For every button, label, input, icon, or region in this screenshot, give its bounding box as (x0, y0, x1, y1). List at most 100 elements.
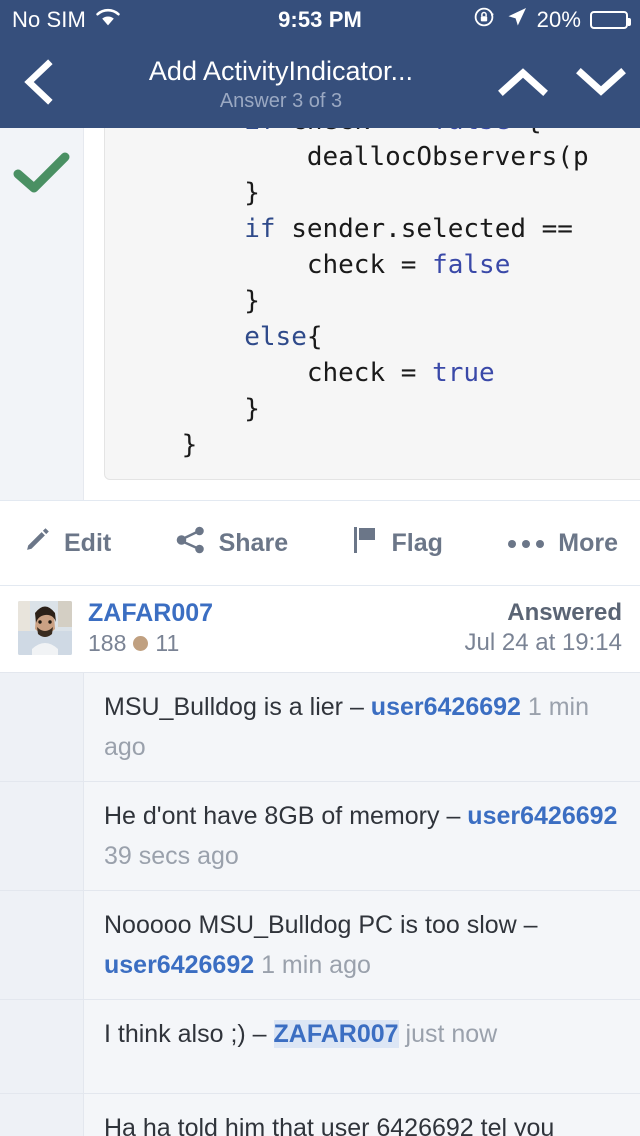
comment-text: Nooooo MSU_Bulldog PC is too slow (104, 911, 524, 939)
code-token: false (432, 128, 510, 136)
comment-dash: – (523, 911, 538, 939)
code-line: } (119, 178, 260, 208)
comment-timestamp: just now (398, 1020, 498, 1048)
comment-gutter (0, 1094, 84, 1136)
navigation-titles: Add ActivityIndicator... Answer 3 of 3 (78, 55, 484, 114)
author-name[interactable]: ZAFAR007 (88, 598, 213, 628)
comment-gutter (0, 782, 84, 890)
code-token: else (244, 322, 307, 352)
answer-post-body: if check == false { deallocObservers(p }… (0, 128, 640, 500)
ellipsis-icon (506, 529, 546, 558)
code-block[interactable]: if check == false { deallocObservers(p }… (104, 128, 640, 480)
code-token: } (181, 430, 198, 460)
code-token: deallocObservers(p (306, 142, 589, 172)
code-line: check = true (119, 358, 495, 388)
navigation-arrows (484, 65, 640, 104)
comment-author-link[interactable]: user6426692 (371, 693, 521, 721)
status-bar-left: No SIM (12, 7, 121, 33)
rotation-lock-icon (473, 5, 497, 35)
vote-column (0, 128, 84, 500)
code-line: check = false (119, 250, 511, 280)
flag-icon (351, 525, 379, 562)
code-line: } (119, 394, 260, 424)
code-token: { (306, 322, 323, 352)
wifi-icon (95, 7, 121, 33)
code-token: check = (306, 250, 433, 280)
share-button[interactable]: Share (175, 525, 288, 562)
comment-text: He d'ont have 8GB of memory (104, 802, 447, 830)
battery-percent-label: 20% (536, 7, 581, 32)
app-screen: No SIM 9:53 PM 20% Add ActivityIndicator… (0, 0, 640, 1136)
comment-row[interactable]: I think also ;) – ZAFAR007 just now (0, 999, 640, 1093)
avatar[interactable] (18, 601, 72, 655)
status-bar: No SIM 9:53 PM 20% (0, 0, 640, 40)
code-token: sender.selected == (291, 214, 573, 244)
flag-button[interactable]: Flag (351, 525, 443, 562)
more-button[interactable]: More (506, 529, 618, 558)
answer-date: Jul 24 at 19:14 (464, 629, 622, 656)
comment-timestamp: 39 secs ago (104, 842, 239, 870)
answer-state-label: Answered (507, 599, 622, 626)
chevron-up-icon (497, 65, 549, 104)
comment-author-link[interactable]: user6426692 (104, 951, 254, 979)
answer-counter: Answer 3 of 3 (219, 89, 343, 112)
comment-row[interactable]: MSU_Bulldog is a lier – user6426692 1 mi… (0, 672, 640, 781)
comment-row[interactable]: He d'ont have 8GB of memory – user642669… (0, 781, 640, 890)
comment-body: I think also ;) – ZAFAR007 just now (84, 1000, 640, 1093)
navigation-bar: Add ActivityIndicator... Answer 3 of 3 (0, 40, 640, 128)
flag-label: Flag (391, 528, 443, 557)
comment-row[interactable]: Nooooo MSU_Bulldog PC is too slow – user… (0, 890, 640, 999)
post-content: if check == false { deallocObservers(p }… (84, 128, 640, 500)
code-token: } (244, 394, 260, 424)
comment-row[interactable]: Ha ha told him that user 6426692 tel you… (0, 1093, 640, 1136)
code-line: if sender.selected == (119, 214, 573, 244)
code-token: true (432, 358, 495, 388)
next-answer-button[interactable] (562, 65, 640, 104)
code-token: if (244, 128, 291, 136)
comment-timestamp: 1 min ago (254, 951, 371, 979)
code-line: } (119, 430, 198, 460)
edit-button[interactable]: Edit (22, 525, 111, 562)
reputation-value: 188 (88, 630, 127, 656)
bronze-badge-count: 11 (155, 630, 180, 656)
battery-icon (590, 11, 631, 29)
comment-gutter (0, 673, 84, 781)
code-token: check = (306, 358, 433, 388)
code-line: } (119, 286, 260, 316)
back-button[interactable] (0, 58, 78, 110)
comment-author-link[interactable]: user6426692 (467, 802, 617, 830)
comment-body: He d'ont have 8GB of memory – user642669… (84, 782, 640, 890)
comment-dash: – (349, 693, 371, 721)
location-arrow-icon (506, 6, 528, 34)
more-label: More (558, 528, 619, 557)
comment-text: MSU_Bulldog is a lier (104, 693, 350, 721)
comments-list: MSU_Bulldog is a lier – user6426692 1 mi… (0, 672, 640, 1136)
previous-answer-button[interactable] (484, 65, 562, 104)
code-token: } (244, 286, 260, 316)
code-line: deallocObservers(p (119, 142, 589, 172)
comment-author-link[interactable]: ZAFAR007 (273, 1020, 399, 1048)
code-token: if (244, 214, 292, 244)
comment-text: I think also ;) (104, 1020, 253, 1048)
code-line: if check == false { (119, 128, 541, 136)
page-title: Add ActivityIndicator... (148, 55, 414, 86)
status-bar-right: 20% (473, 5, 631, 35)
code-token: false (432, 250, 511, 280)
code-token: check == (291, 128, 432, 136)
comment-dash: – (446, 802, 468, 830)
answer-author-card[interactable]: ZAFAR007 188 11 Answered Jul 24 at 19:14 (0, 586, 640, 672)
post-action-toolbar: Edit Share Flag More (0, 501, 640, 585)
author-reputation: 188 11 (88, 628, 213, 658)
comment-body: MSU_Bulldog is a lier – user6426692 1 mi… (84, 673, 640, 781)
code-line: else{ (119, 322, 323, 352)
carrier-label: No SIM (12, 7, 86, 32)
comment-body: Nooooo MSU_Bulldog PC is too slow – user… (84, 891, 640, 999)
answer-timestamp-block: Answered Jul 24 at 19:14 (465, 598, 622, 658)
pencil-icon (22, 525, 52, 562)
share-label: Share (218, 528, 289, 557)
edit-label: Edit (64, 528, 112, 557)
comment-gutter (0, 891, 84, 999)
share-icon (175, 525, 207, 562)
author-meta: ZAFAR007 188 11 (88, 598, 213, 658)
comment-body: Ha ha told him that user 6426692 tel you… (84, 1094, 640, 1136)
